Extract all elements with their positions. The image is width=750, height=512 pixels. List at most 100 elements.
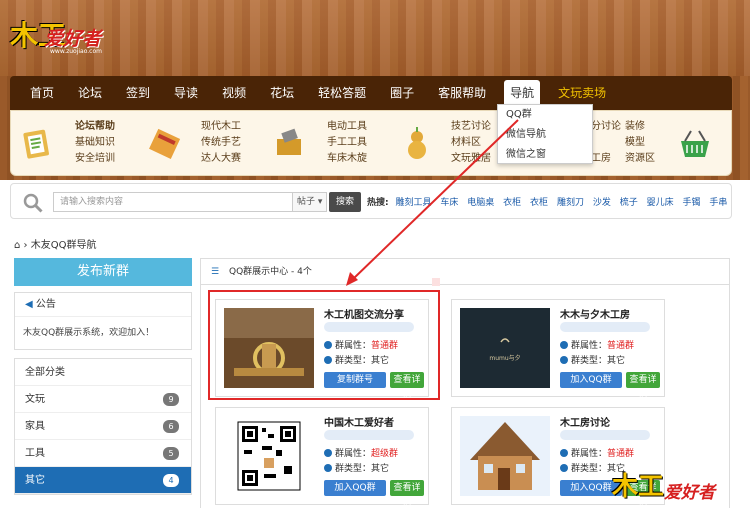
subnav-model[interactable]: 模型 xyxy=(625,135,655,151)
category-item[interactable]: 其它 4 xyxy=(15,467,191,494)
hot-term[interactable]: 衣柜 xyxy=(530,198,548,208)
hot-term[interactable]: 婴儿床 xyxy=(647,198,674,208)
attr-label: 群类型： xyxy=(571,464,608,474)
search-type-select[interactable]: 帖子 ▾ xyxy=(293,192,327,212)
list-icon: ☰ xyxy=(211,267,220,277)
subnav-contest[interactable]: 达人大赛 xyxy=(201,151,241,167)
subnav-discuss[interactable]: 分讨论 xyxy=(591,119,621,135)
nav-navigation[interactable]: 导航 xyxy=(504,80,541,106)
hot-term[interactable]: 沙发 xyxy=(593,198,611,208)
watermark-sub: 爱好者 xyxy=(664,483,715,503)
site-logo[interactable]: 木工 爱好者 www.zuojiao.com xyxy=(10,14,130,56)
redacted-text xyxy=(324,430,414,440)
subnav-skills[interactable]: 技艺讨论 xyxy=(451,119,491,135)
showcase-title: QQ群展示中心 - 4个 xyxy=(229,267,312,277)
card-prop: 群属性：普通群 xyxy=(560,338,634,351)
view-details-button[interactable]: 查看详情 xyxy=(390,480,424,509)
category-count: 5 xyxy=(163,447,179,460)
hot-term[interactable]: 车床 xyxy=(440,198,458,208)
subnav-collectibles[interactable]: 文玩雅居 xyxy=(451,151,491,167)
hot-term[interactable]: 手串 xyxy=(709,198,727,208)
subnav-power-tools[interactable]: 电动工具 xyxy=(327,119,367,135)
notice-panel: ◀ 公告 木友QQ群展示系统，欢迎加入！ xyxy=(14,292,192,350)
group-card[interactable]: mumu与夕 木木与夕木工房 群属性：普通群 群类型：其它 加入QQ群 查看详情 xyxy=(451,299,665,401)
category-label: 其它 xyxy=(25,475,45,486)
nav-checkin[interactable]: 签到 xyxy=(120,80,156,106)
attr-label: 群类型： xyxy=(335,464,372,474)
nav-garden[interactable]: 花坛 xyxy=(264,80,300,106)
nav-forum[interactable]: 论坛 xyxy=(72,80,108,106)
hot-term[interactable]: 手镯 xyxy=(683,198,701,208)
hot-term[interactable]: 电脑桌 xyxy=(467,198,494,208)
sub-navigation: 论坛帮助 基础知识 安全培训 现代木工 传统手艺 达人大赛 电动工具 手工工具 车床木旋 技… xyxy=(10,110,732,176)
dropdown-item-qq-group[interactable]: QQ群 xyxy=(498,105,592,125)
category-item[interactable]: 工具 5 xyxy=(15,440,191,467)
publish-group-button[interactable]: 发布新群 xyxy=(14,258,192,286)
nav-home[interactable]: 首页 xyxy=(24,80,60,106)
subnav-workshop[interactable]: 工房 xyxy=(591,151,621,167)
search-icon xyxy=(23,193,43,213)
card-thumbnail xyxy=(460,416,550,496)
breadcrumb: ⌂ › 木友QQ群导航 xyxy=(14,236,96,251)
logo-sub: 爱好者 xyxy=(44,28,102,50)
search-button[interactable]: 搜索 xyxy=(329,192,361,212)
nav-video[interactable]: 视频 xyxy=(216,80,252,106)
info-icon xyxy=(324,449,332,457)
category-count: 9 xyxy=(163,393,179,406)
card-prop: 群属性：超级群 xyxy=(324,446,398,459)
info-icon xyxy=(324,464,332,472)
hot-term[interactable]: 雕刻刀 xyxy=(557,198,584,208)
info-icon xyxy=(560,464,568,472)
attr-value: 其它 xyxy=(371,464,390,474)
dropdown-item-wechat-nav[interactable]: 微信导航 xyxy=(498,125,592,145)
subnav-hand-tools[interactable]: 手工工具 xyxy=(327,135,367,151)
subnav-decoration[interactable]: 装修 xyxy=(625,119,655,135)
subnav-forum-help[interactable]: 论坛帮助 xyxy=(75,119,115,135)
join-qq-group-button[interactable]: 加入QQ群 xyxy=(560,372,622,388)
subnav-safety[interactable]: 安全培训 xyxy=(75,151,115,167)
category-list: 全部分类 文玩 9 家具 6 工具 5 其它 4 xyxy=(14,358,192,495)
subnav-lathe[interactable]: 车床木旋 xyxy=(327,151,367,167)
subnav-materials[interactable]: 材料区 xyxy=(451,135,491,151)
category-item[interactable]: 文玩 9 xyxy=(15,386,191,413)
subnav-traditional[interactable]: 传统手艺 xyxy=(201,135,241,151)
category-all[interactable]: 全部分类 xyxy=(15,359,191,386)
dropdown-item-wechat-window[interactable]: 微信之窗 xyxy=(498,145,592,165)
category-count: 4 xyxy=(163,474,179,487)
notice-text: 木友QQ群展示系统，欢迎加入！ xyxy=(23,328,155,338)
category-item[interactable]: 家具 6 xyxy=(15,413,191,440)
info-icon xyxy=(560,341,568,349)
nav-circle[interactable]: 圈子 xyxy=(384,80,420,106)
clipboard-icon xyxy=(23,129,49,159)
view-details-button[interactable]: 查看详情 xyxy=(626,372,660,401)
nav-guide[interactable]: 导读 xyxy=(168,80,204,106)
group-card[interactable]: 中国木工爱好者 群属性：超级群 群类型：其它 加入QQ群 查看详情 xyxy=(215,407,429,509)
hot-term[interactable]: 梳子 xyxy=(620,198,638,208)
subnav-resources[interactable]: 资源区 xyxy=(625,151,655,167)
watermark-main: 木工 xyxy=(612,472,665,502)
decoration-marker xyxy=(432,278,440,286)
attr-label: 群类型： xyxy=(571,356,608,366)
megaphone-icon: ◀ xyxy=(25,299,33,310)
hot-term[interactable]: 雕刻工具 xyxy=(395,198,431,208)
hot-term[interactable]: 衣柜 xyxy=(503,198,521,208)
card-prop: 群属性：普通群 xyxy=(560,446,634,459)
attr-label: 群属性： xyxy=(571,449,608,459)
card-type: 群类型：其它 xyxy=(560,353,625,366)
nav-quiz[interactable]: 轻松答题 xyxy=(312,80,372,106)
nav-help[interactable]: 客服帮助 xyxy=(432,80,492,106)
gourd-icon xyxy=(408,127,426,159)
search-bar: 请输入搜索内容 帖子 ▾ 搜索 热搜: 雕刻工具 车床 电脑桌 衣柜 衣柜 雕刻… xyxy=(10,183,732,219)
join-qq-group-button[interactable]: 加入QQ群 xyxy=(324,480,386,496)
search-input[interactable]: 请输入搜索内容 xyxy=(53,192,293,212)
category-label: 文玩 xyxy=(25,394,45,405)
card-type: 群类型：其它 xyxy=(324,461,389,474)
highlight-box xyxy=(208,290,440,400)
attr-value: 其它 xyxy=(607,356,626,366)
attr-value: 普通群 xyxy=(607,449,635,459)
subnav-basics[interactable]: 基础知识 xyxy=(75,135,115,151)
home-icon[interactable]: ⌂ xyxy=(14,240,20,251)
subnav-modern[interactable]: 现代木工 xyxy=(201,119,241,135)
nav-market[interactable]: 文玩卖场 xyxy=(552,80,612,106)
info-icon xyxy=(560,356,568,364)
